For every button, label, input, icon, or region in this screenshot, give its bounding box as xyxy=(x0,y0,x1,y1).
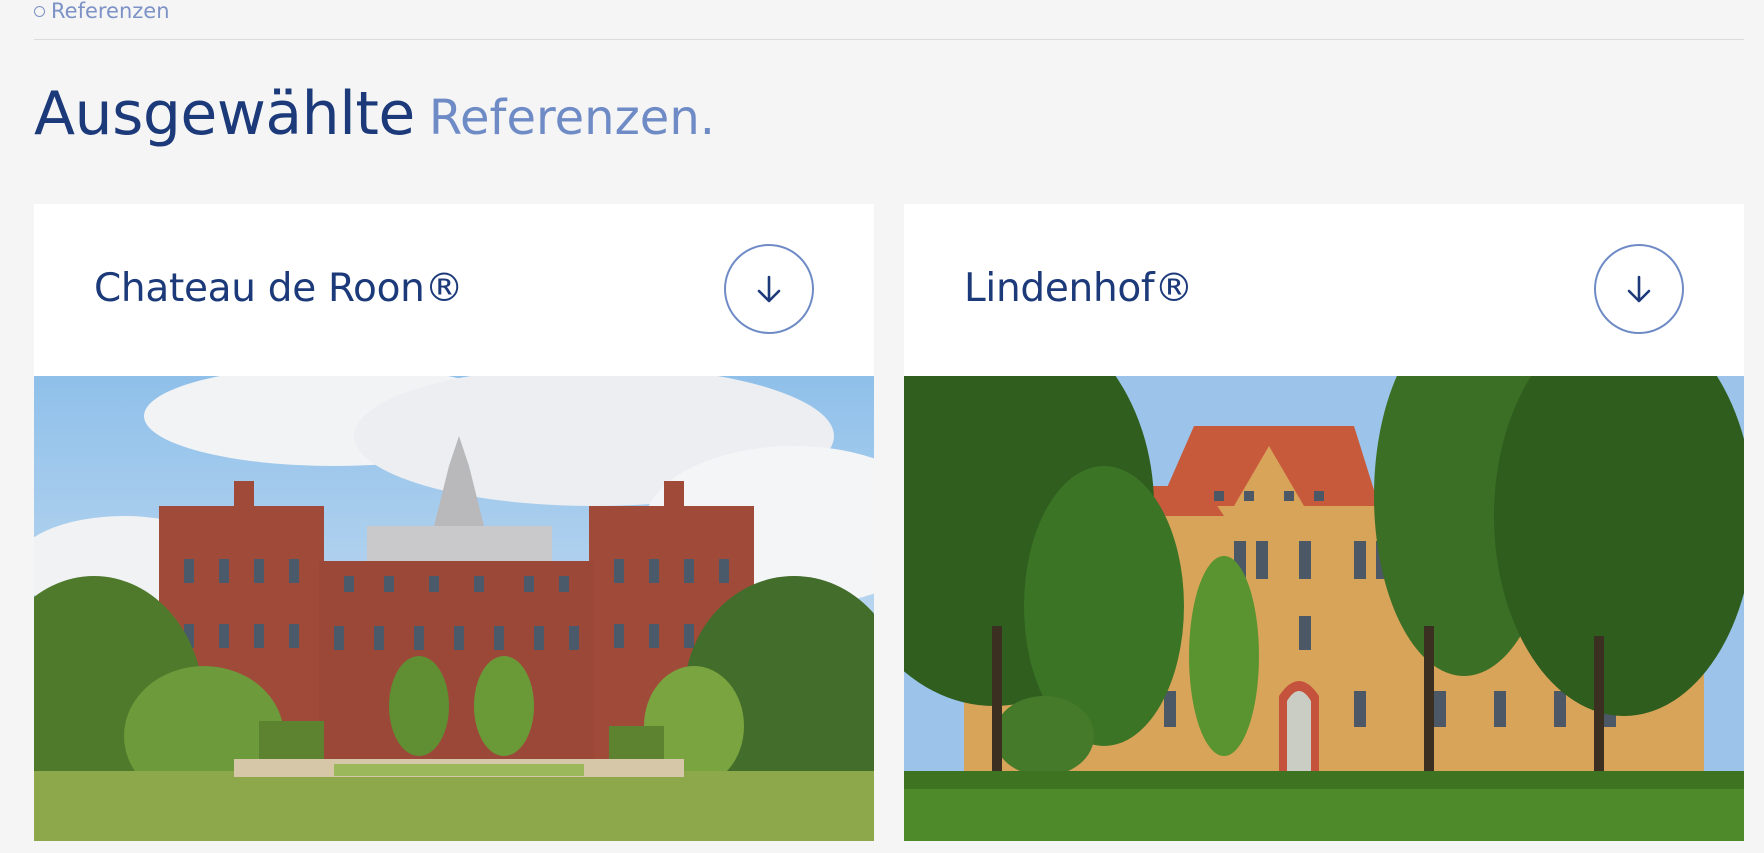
expand-button[interactable] xyxy=(724,244,814,334)
section-label: Referenzen xyxy=(34,0,170,23)
lindenhof-photo[interactable] xyxy=(904,376,1744,841)
expand-button[interactable] xyxy=(1594,244,1684,334)
arrow-down-icon xyxy=(1627,275,1651,303)
section-label-text: Referenzen xyxy=(51,0,170,23)
reference-card-lindenhof[interactable]: Lindenhof® xyxy=(904,204,1744,841)
card-header: Lindenhof® xyxy=(904,204,1744,376)
page-title-main: Ausgewählte xyxy=(34,79,415,149)
circle-icon xyxy=(34,5,45,17)
arrow-down-icon xyxy=(757,275,781,303)
card-title: Lindenhof® xyxy=(964,266,1194,311)
chateau-de-roon-photo[interactable] xyxy=(34,376,874,841)
page-title-accent: Referenzen. xyxy=(428,90,716,146)
card-header: Chateau de Roon® xyxy=(34,204,874,376)
card-title: Chateau de Roon® xyxy=(94,266,464,311)
reference-card-chateau-de-roon[interactable]: Chateau de Roon® xyxy=(34,204,874,841)
page-title: Ausgewählte Referenzen. xyxy=(34,78,715,159)
divider xyxy=(34,39,1744,40)
